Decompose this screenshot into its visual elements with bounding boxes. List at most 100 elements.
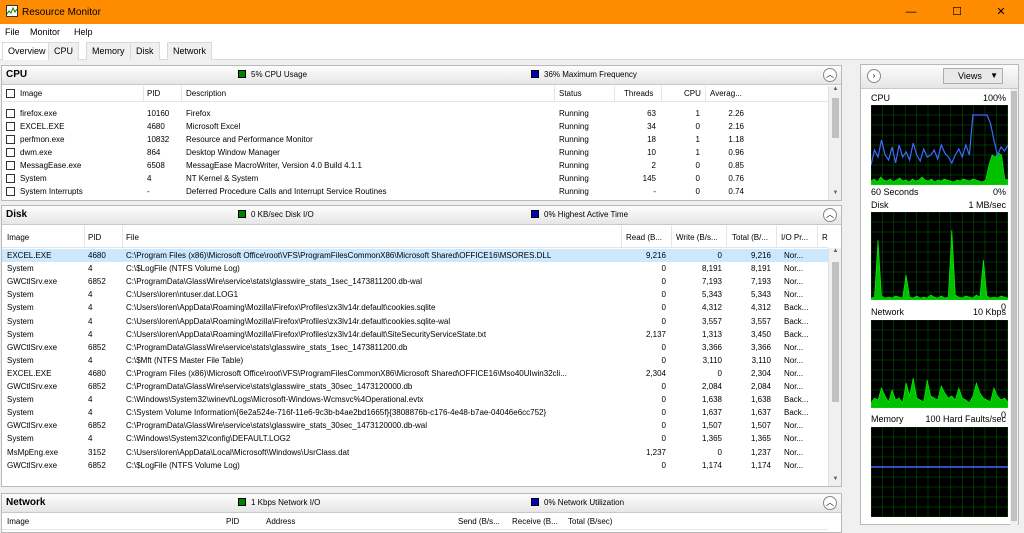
minimize-button[interactable]: —: [888, 0, 934, 24]
table-cell: 1,237: [750, 447, 771, 457]
table-cell: 0: [695, 187, 700, 196]
table-row[interactable]: MsMpEng.exe 3152 C:\Users\loren\AppData\Lo…: [2, 446, 828, 459]
disk-col-response[interactable]: R: [822, 233, 828, 242]
maximize-button[interactable]: ☐: [934, 0, 980, 24]
network-utilization-stat: 0% Network Utilization: [544, 498, 625, 507]
table-row[interactable]: System 4 C:\System Volume Information\{6e2…: [2, 406, 828, 419]
table-cell: dwm.exe: [20, 148, 53, 157]
table-cell: C:\Users\loren\AppData\Roaming\Mozilla\F…: [126, 316, 451, 326]
table-row[interactable]: System 4 NT Kernel & System Running 145 0 0.76: [2, 172, 828, 185]
row-checkbox[interactable]: [6, 174, 15, 183]
table-row[interactable]: System 4 C:\Windows\System32\winevt\Logs\M…: [2, 393, 828, 406]
views-dropdown[interactable]: Views ▼: [943, 68, 1003, 84]
menu-monitor[interactable]: Monitor: [30, 27, 60, 37]
network-section-header[interactable]: Network 1 Kbps Network I/O 0% Network Ut…: [2, 494, 841, 513]
table-row[interactable]: System 4 C:\Windows\System32\config\DEFAUL…: [2, 432, 828, 445]
table-cell: Nor...: [784, 342, 804, 352]
pane-splitter[interactable]: [847, 64, 854, 525]
expand-arrow-icon[interactable]: ›: [867, 69, 881, 83]
table-cell: 0: [661, 395, 666, 405]
cpu-graph-title: CPU: [871, 93, 891, 103]
table-row[interactable]: GWCtlSrv.exe 6852 C:\ProgramData\GlassWire…: [2, 419, 828, 432]
disk-section: Disk 0 KB/sec Disk I/O 0% Highest Active…: [1, 205, 842, 487]
disk-col-total[interactable]: Total (B/...: [732, 233, 774, 242]
cpu-scroll-thumb[interactable]: [832, 98, 839, 138]
row-checkbox[interactable]: [6, 148, 15, 157]
disk-col-pid[interactable]: PID: [88, 233, 101, 242]
table-cell: 8,191: [750, 264, 771, 274]
cpu-col-cpu[interactable]: CPU: [684, 89, 701, 98]
cpu-col-average[interactable]: Averag...: [710, 89, 752, 98]
disk-col-file[interactable]: File: [126, 233, 139, 242]
table-cell: 4: [88, 329, 93, 339]
tab-memory[interactable]: Memory: [86, 42, 131, 60]
cpu-col-status[interactable]: Status: [559, 89, 582, 98]
scroll-up-icon[interactable]: ▲: [829, 86, 841, 96]
tab-cpu[interactable]: CPU: [48, 42, 80, 60]
disk-col-io-priority[interactable]: I/O Pr...: [781, 233, 813, 242]
table-cell: System: [7, 408, 34, 418]
table-row[interactable]: GWCtlSrv.exe 6852 C:\ProgramData\GlassWire…: [2, 275, 828, 288]
table-row[interactable]: GWCtlSrv.exe 6852 C:\ProgramData\GlassWire…: [2, 341, 828, 354]
table-cell: 0: [695, 122, 700, 131]
disk-scroll-thumb[interactable]: [832, 262, 839, 402]
table-cell: Back...: [784, 408, 809, 418]
table-row[interactable]: EXCEL.EXE 4680 Microsoft Excel Running 34 0 2.…: [2, 120, 828, 133]
row-checkbox[interactable]: [6, 161, 15, 170]
table-row[interactable]: perfmon.exe 10832 Resource and Performance…: [2, 133, 828, 146]
cpu-col-threads[interactable]: Threads: [624, 89, 653, 98]
network-column-header: Image PID Address Send (B/s... Receive (…: [2, 514, 828, 530]
cpu-section-title: CPU: [6, 69, 28, 80]
table-row[interactable]: GWCtlSrv.exe 6852 C:\ProgramData\GlassWire…: [2, 380, 828, 393]
table-cell: 0: [661, 290, 666, 300]
table-row[interactable]: dwm.exe 864 Desktop Window Manager Running 1…: [2, 146, 828, 159]
table-row[interactable]: System 4 C:\Users\loren\AppData\Roaming\Mo…: [2, 328, 828, 341]
row-checkbox[interactable]: [6, 122, 15, 131]
cpu-col-description[interactable]: Description: [186, 89, 226, 98]
disk-section-title: Disk: [6, 209, 28, 220]
cpu-select-all-checkbox[interactable]: [6, 89, 15, 98]
disk-col-image[interactable]: Image: [7, 233, 29, 242]
tab-network[interactable]: Network: [167, 42, 213, 60]
tab-disk[interactable]: Disk: [130, 42, 160, 60]
table-row[interactable]: System 4 C:\$LogFile (NTFS Volume Log) 0 8,1…: [2, 262, 828, 275]
table-cell: 8,191: [701, 264, 722, 274]
menu-file[interactable]: File: [5, 27, 20, 37]
cpu-col-image[interactable]: Image: [20, 89, 42, 98]
scroll-down-icon[interactable]: ▼: [829, 476, 841, 486]
table-cell: C:\System Volume Information\{6e2a524e-7…: [126, 408, 547, 418]
table-cell: 0: [661, 421, 666, 431]
disk-scrollbar[interactable]: ▲ ▼: [828, 248, 841, 486]
table-row[interactable]: firefox.exe 10160 Firefox Running 63 1 2.26: [2, 107, 828, 120]
disk-col-read[interactable]: Read (B...: [626, 233, 668, 242]
table-row[interactable]: EXCEL.EXE 4680 C:\Program Files (x86)\Micr…: [2, 249, 828, 262]
table-row[interactable]: MessagEase.exe 6508 MessagEase MacroWriter…: [2, 159, 828, 172]
cpu-section-header[interactable]: CPU 5% CPU Usage 36% Maximum Frequency ︿: [2, 66, 841, 85]
cpu-col-pid[interactable]: PID: [147, 89, 160, 98]
graph-pane-scrollbar[interactable]: [1010, 89, 1018, 526]
table-row[interactable]: EXCEL.EXE 4680 C:\Program Files (x86)\Micr…: [2, 367, 828, 380]
disk-collapse-icon[interactable]: ︿: [823, 208, 837, 222]
disk-section-header[interactable]: Disk 0 KB/sec Disk I/O 0% Highest Active…: [2, 206, 841, 225]
table-cell: Nor...: [784, 434, 804, 444]
table-cell: 0: [661, 342, 666, 352]
row-checkbox[interactable]: [6, 135, 15, 144]
scroll-up-icon[interactable]: ▲: [829, 248, 841, 258]
disk-col-write[interactable]: Write (B/s...: [676, 233, 722, 242]
table-row[interactable]: System 4 C:\Users\loren\AppData\Roaming\Mo…: [2, 315, 828, 328]
table-row[interactable]: System Interrupts - Deferred Procedure Cal…: [2, 185, 828, 198]
table-row[interactable]: System 4 C:\Users\loren\AppData\Roaming\Mo…: [2, 301, 828, 314]
row-checkbox[interactable]: [6, 187, 15, 196]
menu-help[interactable]: Help: [74, 27, 93, 37]
network-collapse-icon[interactable]: ︿: [823, 496, 837, 510]
table-row[interactable]: System 4 C:\$Mft (NTFS Master File Table) 0…: [2, 354, 828, 367]
scroll-down-icon[interactable]: ▼: [829, 190, 841, 200]
table-row[interactable]: System 4 C:\Users\loren\ntuser.dat.LOG1 0 5,…: [2, 288, 828, 301]
graph-pane-scroll-thumb[interactable]: [1011, 91, 1017, 521]
row-checkbox[interactable]: [6, 109, 15, 118]
tab-overview[interactable]: Overview: [2, 42, 52, 61]
close-button[interactable]: ✕: [978, 0, 1024, 24]
cpu-collapse-icon[interactable]: ︿: [823, 68, 837, 82]
cpu-scrollbar[interactable]: ▲ ▼: [828, 86, 841, 200]
table-row[interactable]: GWCtlSrv.exe 6852 C:\$LogFile (NTFS Volume…: [2, 459, 828, 472]
